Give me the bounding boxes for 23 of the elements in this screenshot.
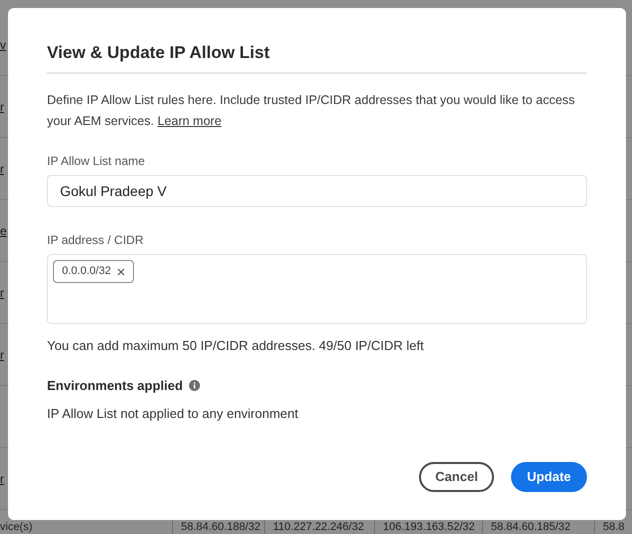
table-link[interactable]: r <box>0 472 4 486</box>
field-label: IP Allow List name <box>47 153 146 170</box>
learn-more-link[interactable]: Learn more <box>157 114 222 128</box>
info-icon[interactable] <box>188 380 200 391</box>
help-text: You can add maximum 50 IP/CIDR addresses. 49/50 IP/CIDR left <box>47 337 425 355</box>
table-link[interactable]: v <box>0 38 6 52</box>
close-icon[interactable] <box>116 268 125 276</box>
cancel-button[interactable]: Cancel <box>419 462 494 492</box>
table-link[interactable]: e <box>0 224 7 238</box>
name-field[interactable]: Gokul Pradeep V <box>47 175 587 207</box>
update-button[interactable]: Update <box>510 462 587 492</box>
environment-status: IP Allow List not applied to any environment <box>47 405 300 423</box>
table-link[interactable]: r <box>0 286 4 300</box>
ip-tag-field[interactable]: 0.0.0.0/32 <box>47 254 587 324</box>
description: Define IP Allow List rules here. Include trusted IP/CIDR addresses that you would like to access your AEM services. Learn more <box>47 92 576 130</box>
table-link[interactable]: r <box>0 348 4 362</box>
table-link[interactable]: r <box>0 162 4 176</box>
field-label: IP address / CIDR <box>47 232 144 249</box>
section-heading: Environments applied <box>47 376 183 395</box>
dialog-title: View & Update IP Allow List <box>47 42 271 64</box>
table-cell-text: vice(s) <box>0 520 34 534</box>
table-link[interactable]: r <box>0 100 4 114</box>
tag-text: 0.0.0.0/32 <box>62 264 111 280</box>
